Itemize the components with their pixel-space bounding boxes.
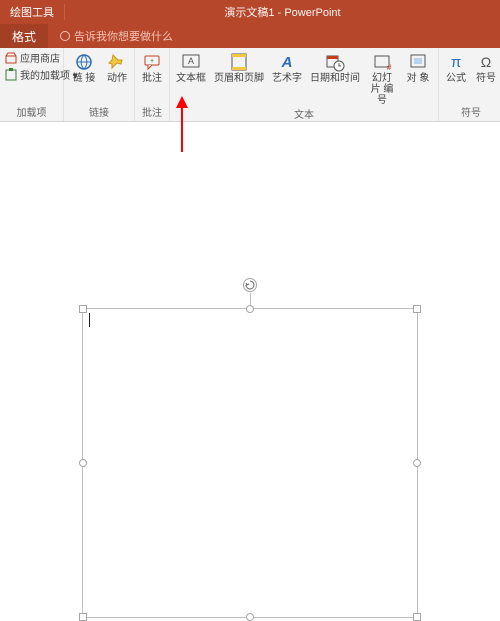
group-links: 链 接 动作 链接: [64, 48, 135, 121]
group-label-text: 文本: [174, 106, 434, 123]
action-icon: [107, 52, 127, 72]
ribbon-tabbar: 格式 告诉我你想要做什么: [0, 24, 500, 48]
svg-text:A: A: [281, 54, 293, 71]
tell-me-placeholder: 告诉我你想要做什么: [74, 28, 173, 44]
resize-handle-b[interactable]: [246, 613, 254, 621]
group-label-links: 链接: [68, 104, 130, 121]
datetime-button[interactable]: 日期和时间: [308, 50, 362, 84]
resize-handle-t[interactable]: [246, 305, 254, 313]
title-bar: 绘图工具 演示文稿1 - PowerPoint: [0, 0, 500, 24]
header-footer-button[interactable]: 页眉和页脚: [212, 50, 266, 84]
textbox-button[interactable]: A 文本框: [174, 50, 208, 84]
header-footer-icon: [229, 52, 249, 72]
comment-icon: +: [142, 52, 162, 72]
addins-icon: [4, 68, 18, 82]
group-text: A 文本框 页眉和页脚 A 艺术字 日期和时间 # 幻灯片 编号 对 象: [170, 48, 439, 121]
slidenumber-icon: #: [372, 52, 392, 72]
rotate-handle[interactable]: [243, 278, 257, 292]
group-label-comments: 批注: [139, 104, 165, 121]
svg-text:#: #: [387, 63, 392, 72]
rotate-icon: [245, 280, 255, 290]
context-tab-label: 绘图工具: [0, 4, 65, 20]
equation-button[interactable]: π 公式: [443, 50, 469, 84]
link-icon: [74, 52, 94, 72]
link-button[interactable]: 链 接: [68, 50, 100, 84]
resize-handle-tr[interactable]: [413, 305, 421, 313]
equation-icon: π: [446, 52, 466, 72]
symbol-icon: Ω: [476, 52, 496, 72]
svg-text:+: +: [150, 58, 154, 65]
tab-format[interactable]: 格式: [0, 24, 48, 48]
wordart-button[interactable]: A 艺术字: [270, 50, 304, 84]
document-title: 演示文稿1 - PowerPoint: [65, 4, 500, 20]
action-button[interactable]: 动作: [104, 50, 130, 84]
store-button[interactable]: 应用商店: [4, 50, 60, 65]
resize-handle-br[interactable]: [413, 613, 421, 621]
tell-me-search[interactable]: 告诉我你想要做什么: [48, 28, 173, 44]
wordart-icon: A: [277, 52, 297, 72]
object-icon: [408, 52, 428, 72]
group-addins: 应用商店 我的加载项 ▾ 加载项: [0, 48, 64, 121]
lightbulb-icon: [60, 31, 70, 41]
resize-handle-r[interactable]: [413, 459, 421, 467]
object-button[interactable]: 对 象: [402, 50, 434, 84]
resize-handle-l[interactable]: [79, 459, 87, 467]
group-symbols: π 公式 Ω 符号 符号: [439, 48, 500, 121]
ribbon: 应用商店 我的加载项 ▾ 加载项 链 接 动作 链接: [0, 48, 500, 122]
group-comments: + 批注 批注: [135, 48, 170, 121]
textbox-icon: A: [181, 52, 201, 72]
resize-handle-bl[interactable]: [79, 613, 87, 621]
svg-text:A: A: [188, 56, 194, 66]
symbol-button[interactable]: Ω 符号: [473, 50, 499, 84]
text-box-shape[interactable]: [82, 308, 418, 618]
resize-handle-tl[interactable]: [79, 305, 87, 313]
slidenumber-button[interactable]: # 幻灯片 编号: [366, 50, 398, 106]
slide-canvas[interactable]: [0, 122, 500, 515]
text-cursor: [89, 313, 90, 327]
svg-text:Ω: Ω: [481, 54, 491, 70]
comment-button[interactable]: + 批注: [139, 50, 165, 84]
svg-text:π: π: [451, 54, 461, 71]
group-label-symbols: 符号: [443, 104, 499, 121]
group-label-addins: 加载项: [4, 104, 59, 121]
datetime-icon: [325, 52, 345, 72]
store-icon: [4, 51, 18, 65]
